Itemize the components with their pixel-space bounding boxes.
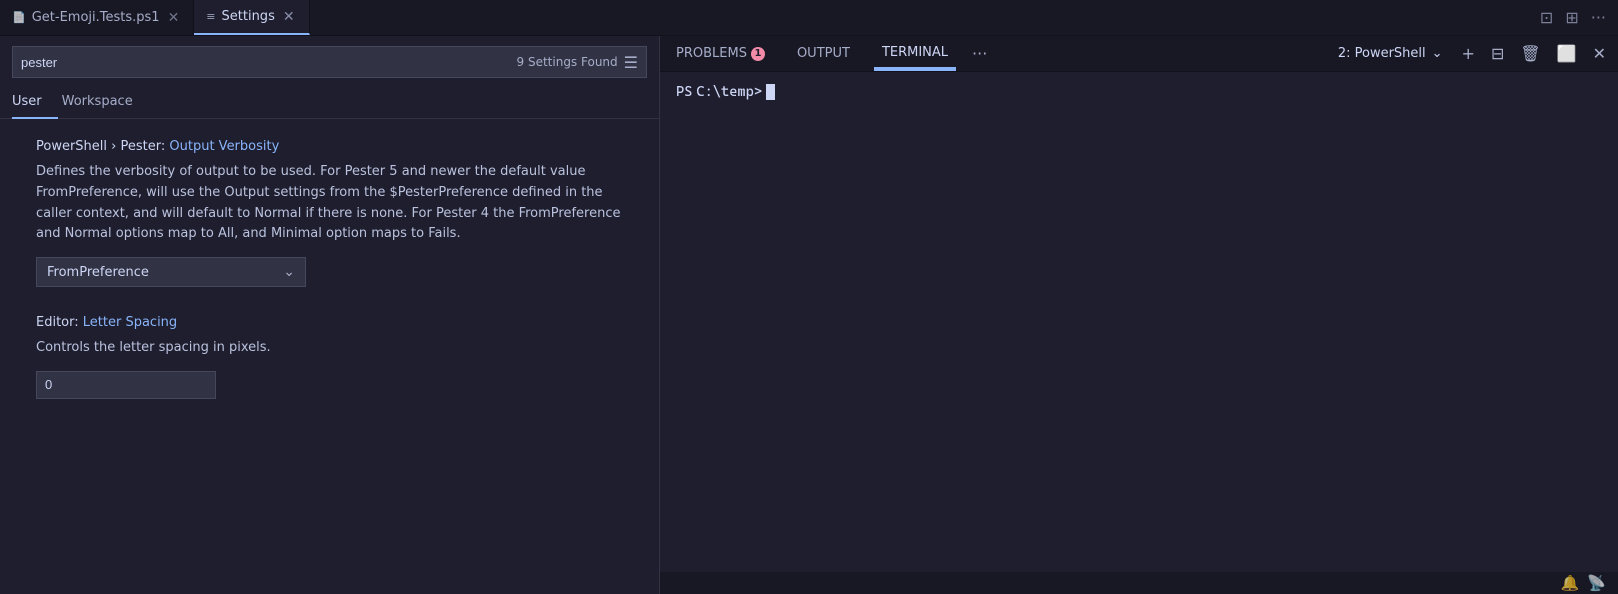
terminal-header: PROBLEMS 1 OUTPUT TERMINAL ··· 2: PowerS… [660, 36, 1618, 72]
tab-user[interactable]: User [12, 86, 58, 119]
search-results-count: 9 Settings Found [517, 55, 618, 69]
setting-powershell-pester-output-verbosity: PowerShell › Pester: Output Verbosity De… [36, 139, 639, 287]
setting-title-powershell: PowerShell › Pester: Output Verbosity [36, 139, 639, 154]
tab-terminal[interactable]: TERMINAL [874, 36, 956, 71]
problems-label: PROBLEMS [676, 46, 747, 61]
search-input[interactable]: pester [21, 55, 517, 70]
terminal-panel: PROBLEMS 1 OUTPUT TERMINAL ··· 2: PowerS… [660, 36, 1618, 594]
delete-terminal-button[interactable]: 🗑 [1516, 42, 1544, 65]
output-label: OUTPUT [797, 46, 850, 61]
split-layout-button[interactable]: ⊞ [1561, 4, 1582, 31]
notifications-icon[interactable]: 🔔 [1561, 574, 1580, 592]
output-verbosity-description: Defines the verbosity of output to be us… [36, 162, 639, 245]
file-tab-label: Get-Emoji.Tests.ps1 [32, 10, 160, 25]
setting-editor-letter-spacing: Editor: Letter Spacing Controls the lett… [36, 315, 639, 399]
settings-tab-label: Settings [222, 9, 275, 24]
setting-title-editor: Editor: Letter Spacing [36, 315, 639, 330]
file-tab-close[interactable]: ✕ [166, 8, 182, 28]
broadcast-icon[interactable]: 📡 [1587, 574, 1606, 592]
powershell-separator: › [111, 139, 120, 154]
more-tab-actions-button[interactable]: ··· [1587, 4, 1610, 31]
prompt-path: C:\temp> [696, 84, 762, 100]
settings-tab[interactable]: ≡ Settings ✕ [194, 0, 309, 35]
close-terminal-button[interactable]: ✕ [1589, 42, 1610, 65]
letter-spacing-description: Controls the letter spacing in pixels. [36, 338, 639, 359]
split-editor-button[interactable]: ⊡ [1536, 4, 1557, 31]
settings-tabs: User Workspace [0, 86, 659, 119]
file-tab-icon: 📄 [12, 11, 26, 24]
terminal-selector[interactable]: 2: PowerShell ⌄ [1331, 43, 1450, 64]
settings-content: PowerShell › Pester: Output Verbosity De… [0, 119, 659, 447]
tab-problems[interactable]: PROBLEMS 1 [668, 36, 773, 71]
output-verbosity-link[interactable]: Output Verbosity [169, 139, 279, 154]
powershell-section-name: PowerShell [36, 139, 107, 154]
bottom-bar: 🔔 📡 [660, 572, 1618, 594]
problems-badge: 1 [751, 47, 765, 61]
output-verbosity-value: FromPreference [47, 265, 149, 280]
editor-section-name: Editor: [36, 315, 83, 330]
tab-output[interactable]: OUTPUT [789, 36, 858, 71]
search-bar: pester 9 Settings Found ☰ [12, 46, 647, 78]
active-terminal-label: 2: PowerShell [1338, 46, 1426, 61]
file-tab[interactable]: 📄 Get-Emoji.Tests.ps1 ✕ [0, 0, 194, 35]
settings-tab-close[interactable]: ✕ [281, 7, 297, 27]
split-terminal-button[interactable]: ⊟ [1487, 42, 1508, 65]
settings-panel: pester 9 Settings Found ☰ User Workspace… [0, 36, 660, 594]
tab-bar: 📄 Get-Emoji.Tests.ps1 ✕ ≡ Settings ✕ ⊡ ⊞… [0, 0, 1618, 36]
settings-tab-icon: ≡ [206, 10, 215, 23]
main-area: pester 9 Settings Found ☰ User Workspace… [0, 36, 1618, 594]
terminal-label: TERMINAL [882, 45, 948, 60]
add-terminal-button[interactable]: + [1458, 42, 1479, 65]
terminal-selector-chevron: ⌄ [1432, 46, 1443, 61]
filter-settings-icon[interactable]: ☰ [624, 53, 638, 72]
terminal-cursor [766, 84, 775, 100]
terminal-prompt: PS C:\temp> [676, 84, 1602, 100]
output-verbosity-dropdown[interactable]: FromPreference ⌄ [36, 257, 306, 287]
maximize-terminal-button[interactable]: ⬜ [1553, 42, 1581, 65]
terminal-controls: 2: PowerShell ⌄ + ⊟ 🗑 ⬜ ✕ [1331, 42, 1610, 65]
pester-subsection: Pester: [121, 139, 170, 154]
terminal-more-button[interactable]: ··· [972, 44, 987, 63]
terminal-body: PS C:\temp> [660, 72, 1618, 572]
tab-workspace[interactable]: Workspace [58, 86, 149, 119]
dropdown-chevron-icon: ⌄ [283, 264, 295, 280]
letter-spacing-input[interactable]: 0 [36, 371, 216, 399]
tab-actions: ⊡ ⊞ ··· [1528, 4, 1618, 31]
prompt-ps: PS [676, 84, 692, 100]
letter-spacing-link[interactable]: Letter Spacing [83, 315, 177, 330]
